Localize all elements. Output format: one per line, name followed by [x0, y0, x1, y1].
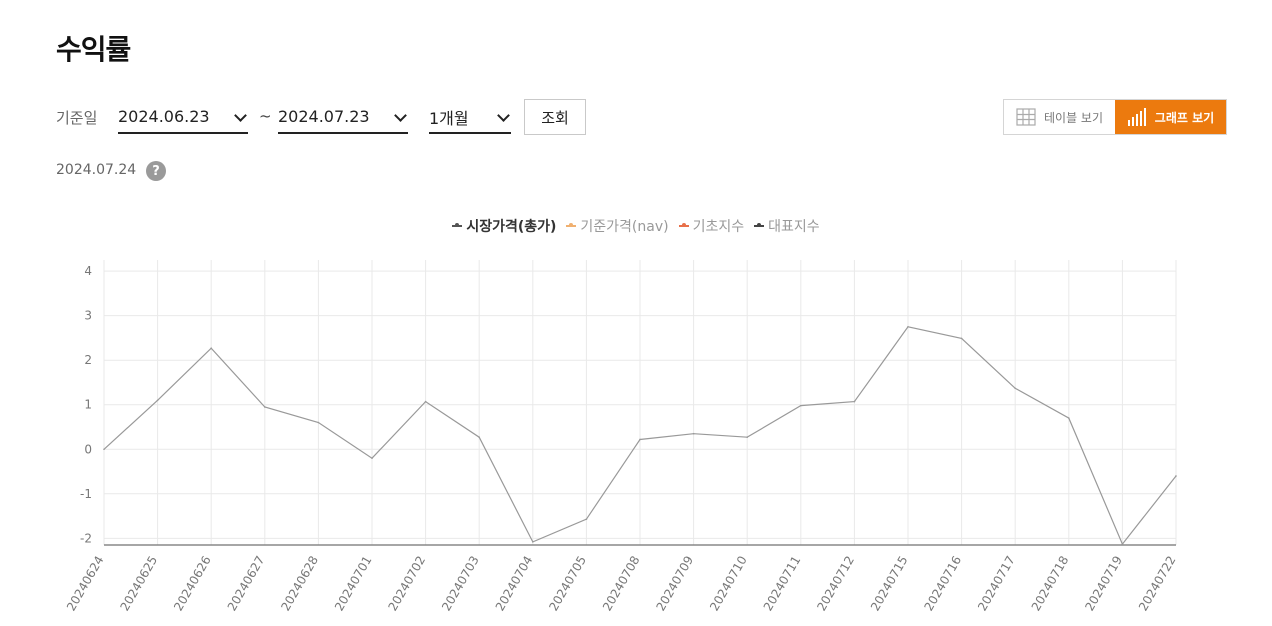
x-tick-label: 20240711: [761, 554, 804, 614]
y-tick-label: 4: [84, 264, 92, 278]
x-tick-label: 20240709: [654, 554, 697, 614]
data-point: [1068, 417, 1070, 419]
legend-item[interactable]: 대표지수: [754, 216, 820, 236]
graph-view-button[interactable]: 그래프 보기: [1115, 100, 1226, 134]
y-tick-label: 0: [84, 442, 92, 456]
legend-label: 기초지수: [692, 219, 745, 235]
chevron-down-icon: [497, 110, 511, 124]
legend-item[interactable]: 기초지수: [678, 216, 745, 236]
x-tick-label: 20240708: [600, 554, 643, 614]
graph-view-label: 그래프 보기: [1154, 110, 1215, 125]
start-date-select[interactable]: 2024.06.23: [118, 101, 248, 134]
chevron-down-icon: [234, 110, 248, 124]
y-tick-label: -2: [80, 531, 92, 545]
data-point: [478, 436, 481, 439]
table-view-button[interactable]: 테이블 보기: [1004, 100, 1115, 134]
data-point: [424, 400, 427, 403]
data-point: [1121, 543, 1124, 545]
legend-label: 시장가격(총가): [466, 219, 557, 235]
chevron-down-icon: [394, 110, 408, 124]
data-point: [907, 325, 909, 328]
as-of-date: 2024.07.24: [56, 162, 137, 178]
help-icon[interactable]: ?: [146, 161, 166, 181]
x-tick-label: 20240627: [225, 554, 268, 614]
x-tick-label: 20240703: [439, 554, 482, 614]
data-point: [264, 406, 266, 408]
data-point: [692, 432, 695, 435]
end-date-value: 2024.07.23: [278, 107, 370, 126]
reference-date-label: 기준일: [56, 109, 98, 127]
chart-legend: 시장가격(총가) 기준가격(nav) 기초지수 대표지수: [0, 216, 1272, 236]
view-toggle: 테이블 보기 그래프 보기: [1003, 99, 1227, 135]
legend-label: 기준가격(nav): [580, 219, 669, 235]
x-tick-label: 20240710: [707, 554, 750, 614]
legend-item[interactable]: 시장가격(총가): [452, 216, 556, 236]
data-point: [156, 399, 159, 402]
bar-graph-icon: [1127, 108, 1146, 126]
data-point: [853, 400, 856, 403]
y-tick-label: 2: [84, 353, 92, 367]
x-tick-label: 20240625: [118, 554, 161, 614]
x-tick-label: 20240626: [171, 554, 214, 614]
return-line-chart: 4 3 2 1 0 -1 -2 20240624 20240625 20240626 2024062…: [64, 260, 1179, 614]
legend-swatch: [566, 223, 577, 227]
data-point: [1014, 387, 1016, 390]
x-tick-label: 20240702: [386, 554, 429, 614]
legend-swatch: [452, 223, 463, 227]
data-point: [960, 337, 963, 340]
x-tick-label: 20240712: [814, 554, 857, 614]
x-tick-label: 20240722: [1136, 554, 1179, 614]
table-view-label: 테이블 보기: [1043, 110, 1103, 125]
table-grid-icon: [1016, 108, 1036, 126]
data-point: [800, 404, 802, 407]
data-point: [210, 347, 212, 349]
period-value: 1개월: [429, 108, 469, 128]
data-point: [639, 438, 641, 441]
x-tick-label: 20240715: [868, 554, 911, 614]
date-separator: ~: [259, 107, 272, 125]
period-select[interactable]: 1개월: [429, 101, 511, 134]
search-button[interactable]: 조회: [524, 99, 586, 135]
legend-swatch: [754, 223, 765, 227]
y-tick-label: 1: [84, 398, 92, 412]
end-date-select[interactable]: 2024.07.23: [278, 101, 408, 134]
x-tick-label: 20240718: [1029, 554, 1072, 614]
y-tick-label: -1: [80, 487, 92, 501]
data-point: [532, 541, 534, 543]
data-point: [1175, 475, 1177, 477]
legend-label: 대표지수: [768, 219, 820, 235]
x-tick-label: 20240717: [975, 553, 1018, 613]
data-point: [746, 436, 748, 439]
x-tick-label: 20240716: [922, 554, 965, 614]
y-tick-label: 3: [84, 309, 92, 323]
page-title: 수익률: [56, 33, 131, 66]
x-tick-label: 20240704: [493, 554, 536, 614]
x-tick-label: 20240701: [332, 554, 375, 614]
x-tick-label: 20240705: [546, 554, 589, 614]
start-date-value: 2024.06.23: [118, 107, 210, 126]
x-tick-label: 20240624: [64, 554, 107, 614]
data-point: [103, 448, 105, 451]
data-point: [317, 421, 320, 424]
x-tick-label: 20240628: [278, 554, 321, 614]
legend-swatch: [678, 223, 689, 227]
x-tick-label: 20240719: [1082, 554, 1125, 614]
legend-item[interactable]: 기준가격(nav): [566, 216, 669, 236]
data-point: [585, 518, 588, 520]
data-point: [371, 457, 373, 459]
